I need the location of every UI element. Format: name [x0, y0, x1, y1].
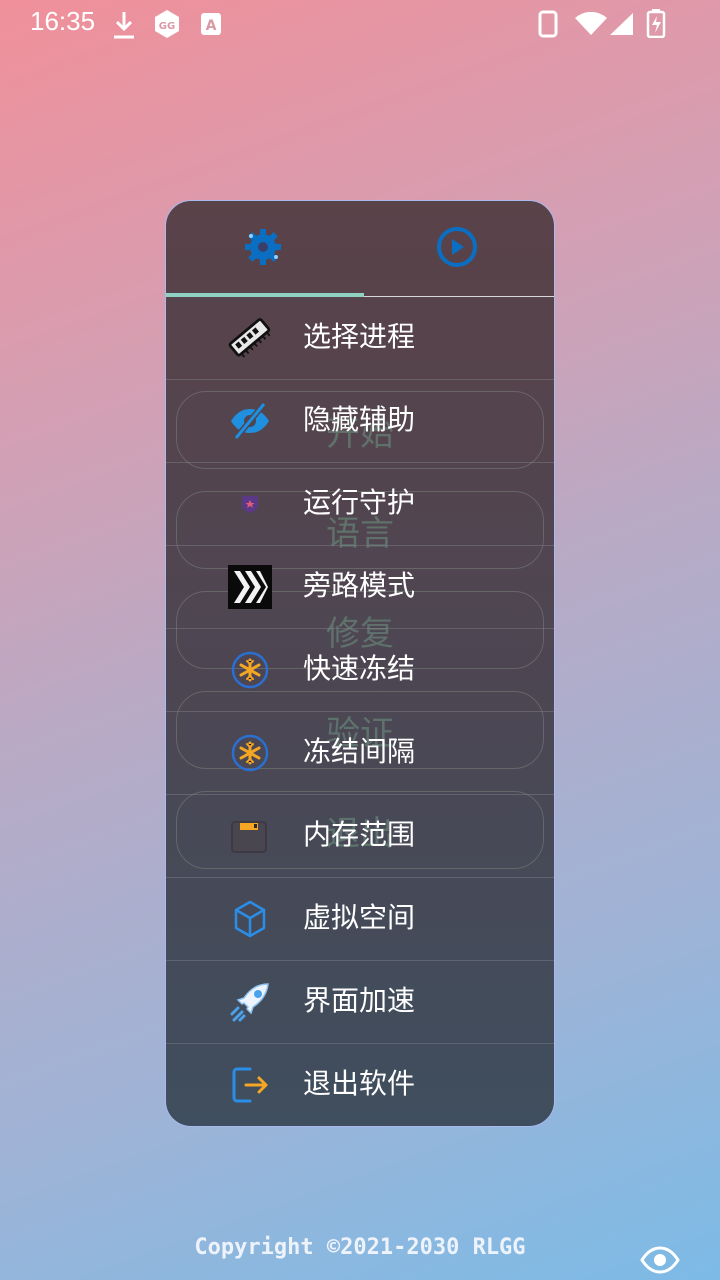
bypass-chevrons-icon: [228, 565, 272, 609]
rocket-icon: [228, 980, 272, 1024]
menu-item-run-guard[interactable]: 运行守护: [166, 463, 554, 546]
menu-item-quick-freeze[interactable]: 快速冻结: [166, 629, 554, 712]
gear-icon: [243, 227, 283, 271]
status-bar: 16:35 GG A: [0, 0, 720, 48]
tab-settings[interactable]: [166, 201, 360, 296]
menu-item-label: 界面加速: [303, 984, 416, 1017]
battery-icon: [646, 8, 666, 42]
menu-item-label: 退出软件: [303, 1067, 416, 1100]
exit-icon: [228, 1063, 272, 1107]
menu-item-label: 旁路模式: [303, 569, 416, 602]
svg-text:A: A: [206, 18, 217, 34]
menu-item-bypass-mode[interactable]: 旁路模式: [166, 546, 554, 629]
phone-icon: [538, 10, 558, 42]
menu-item-label: 选择进程: [303, 320, 416, 353]
tab-bar: [166, 201, 554, 297]
menu-item-label: 隐藏辅助: [303, 403, 416, 436]
svg-text:GG: GG: [159, 21, 175, 32]
menu-item-hide-assist[interactable]: 隐藏辅助: [166, 380, 554, 463]
menu-item-label: 虚拟空间: [303, 901, 416, 934]
menu-list: 选择进程 隐藏辅助 运行守护 旁路模式 快速冻结 冻结间隔 内存范围 虚拟空间 …: [166, 297, 554, 1126]
menu-item-freeze-interval[interactable]: 冻结间隔: [166, 712, 554, 795]
memory-chip-icon: [228, 316, 272, 360]
menu-item-exit-app[interactable]: 退出软件: [166, 1044, 554, 1126]
a-icon: A: [200, 12, 222, 40]
menu-item-label: 运行守护: [303, 486, 416, 519]
status-time: 16:35: [30, 6, 96, 36]
menu-panel: 开始 语言 修复 验证 退出 选择进程 隐藏辅助 运行守护 旁路模式 快速冻结 …: [165, 200, 555, 1127]
menu-item-label: 内存范围: [303, 818, 416, 851]
tab-play[interactable]: [360, 201, 554, 296]
menu-item-select-process[interactable]: 选择进程: [166, 297, 554, 380]
download-icon: [112, 10, 136, 44]
eye-icon[interactable]: [640, 1244, 680, 1280]
menu-item-label: 快速冻结: [303, 652, 416, 685]
play-circle-icon: [435, 225, 479, 273]
shield-icon: [228, 482, 272, 526]
snowflake-icon: [228, 731, 272, 775]
cube-icon: [228, 897, 272, 941]
menu-item-virtual-space[interactable]: 虚拟空间: [166, 878, 554, 961]
wifi-icon: [574, 11, 608, 40]
gg-icon: GG: [152, 8, 182, 44]
copyright-text: Copyright ©2021-2030 RLGG: [194, 1235, 526, 1260]
signal-icon: [608, 12, 634, 40]
menu-item-label: 冻结间隔: [303, 735, 416, 768]
folder-icon: [228, 814, 272, 858]
menu-item-memory-range[interactable]: 内存范围: [166, 795, 554, 878]
snowflake-icon: [228, 648, 272, 692]
eye-off-icon: [228, 399, 272, 443]
menu-item-ui-accelerate[interactable]: 界面加速: [166, 961, 554, 1044]
